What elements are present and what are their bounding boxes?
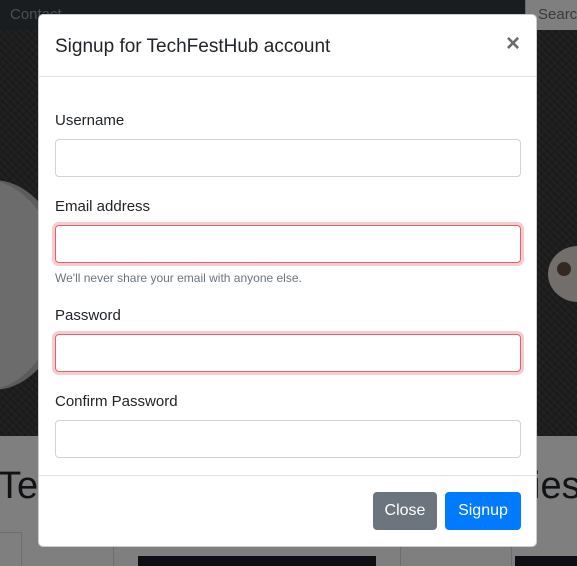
close-button[interactable]: Close xyxy=(373,492,437,530)
password-input[interactable] xyxy=(55,334,521,372)
confirm-password-input[interactable] xyxy=(55,420,521,458)
username-label: Username xyxy=(55,112,125,129)
modal-footer: Close Signup xyxy=(39,475,536,546)
confirm-password-label: Confirm Password xyxy=(55,393,178,410)
modal-header: Signup for TechFestHub account × xyxy=(39,15,536,77)
modal-title: Signup for TechFestHub account xyxy=(55,36,331,57)
email-help-text: We'll never share your email with anyone… xyxy=(55,271,302,285)
signup-button[interactable]: Signup xyxy=(445,492,521,530)
email-label: Email address xyxy=(55,198,151,215)
username-input[interactable] xyxy=(55,139,521,177)
close-icon[interactable]: × xyxy=(506,32,520,56)
password-label: Password xyxy=(55,307,121,324)
signup-modal: Signup for TechFestHub account × Usernam… xyxy=(38,14,537,547)
email-input[interactable] xyxy=(55,225,521,263)
